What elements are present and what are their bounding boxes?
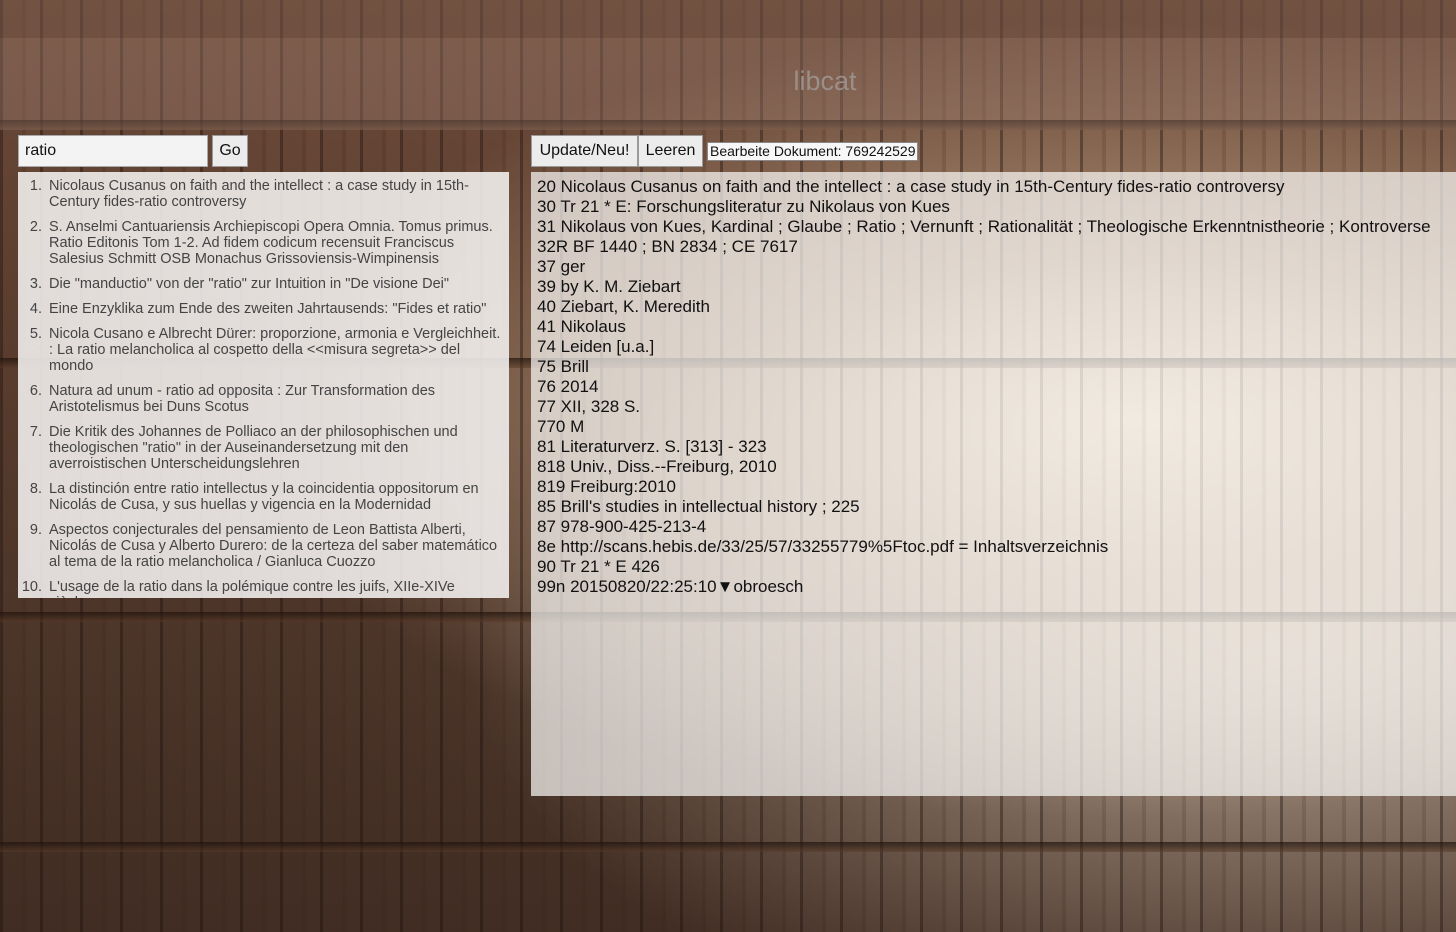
result-item[interactable]: 7. Die Kritik des Johannes de Polliaco an…	[18, 424, 503, 472]
result-number: 8.	[29, 481, 42, 497]
record-lines: 20 Nicolaus Cusanus on faith and the int…	[537, 177, 1456, 597]
result-item[interactable]: 5. Nicola Cusano e Albrecht Dürer: propor…	[18, 326, 503, 374]
results-list: 1. Nicolaus Cusanus on faith and the inte…	[18, 178, 503, 598]
result-number: 1.	[29, 178, 42, 194]
result-title[interactable]: Eine Enzyklika zum Ende des zweiten Jahr…	[49, 301, 503, 317]
record-field-line: 32R BF 1440 ; BN 2834 ; CE 7617	[537, 237, 798, 256]
result-number: 9.	[29, 522, 42, 538]
record-field-line: 99n 20150820/22:25:10▼obroesch	[537, 577, 804, 596]
result-number: 3.	[29, 276, 42, 292]
top-bar	[0, 0, 1456, 38]
result-item[interactable]: 2. S. Anselmi Cantuariensis Archiepiscopi…	[18, 219, 503, 267]
result-item[interactable]: 9. Aspectos conjecturales del pensamiento…	[18, 522, 503, 570]
result-number: 10.	[21, 579, 42, 595]
go-button[interactable]: Go	[212, 135, 248, 167]
result-item[interactable]: 4. Eine Enzyklika zum Ende des zweiten Ja…	[18, 301, 503, 317]
result-number: 6.	[29, 383, 42, 399]
record-field-line: 85 Brill's studies in intellectual histo…	[537, 497, 860, 516]
record-field-line: 76 2014	[537, 377, 599, 396]
record-field-line: 75 Brill	[537, 357, 589, 376]
result-item[interactable]: 10. L'usage de la ratio dans la polémique…	[18, 579, 503, 598]
result-title[interactable]: Natura ad unum - ratio ad opposita : Zur…	[49, 383, 503, 415]
record-field-line: 819 Freiburg:2010	[537, 477, 676, 496]
result-number: 4.	[29, 301, 42, 317]
app-title: libcat	[793, 66, 857, 96]
record-field-line: 41 Nikolaus	[537, 317, 626, 336]
result-title[interactable]: L'usage de la ratio dans la polémique co…	[49, 579, 503, 598]
record-field-line: 8e http://scans.hebis.de/33/25/57/332557…	[537, 537, 1109, 556]
update-button[interactable]: Update/Neu!	[531, 135, 638, 167]
result-item[interactable]: 3. Die "manductio" von der "ratio" zur In…	[18, 276, 503, 292]
record-field-line: 20 Nicolaus Cusanus on faith and the int…	[537, 177, 1285, 196]
result-item[interactable]: 1. Nicolaus Cusanus on faith and the inte…	[18, 178, 503, 210]
background-shelf	[0, 842, 1456, 852]
result-title[interactable]: Die "manductio" von der "ratio" zur Intu…	[49, 276, 503, 292]
record-panel[interactable]: 20 Nicolaus Cusanus on faith and the int…	[531, 172, 1456, 796]
result-number: 5.	[29, 326, 42, 342]
results-panel: 1. Nicolaus Cusanus on faith and the inte…	[18, 172, 509, 598]
record-field-line: 40 Ziebart, K. Meredith	[537, 297, 710, 316]
result-title[interactable]: Nicola Cusano e Albrecht Dürer: proporzi…	[49, 326, 503, 374]
record-field-line: 90 Tr 21 * E 426	[537, 557, 660, 576]
result-item[interactable]: 6. Natura ad unum - ratio ad opposita : Z…	[18, 383, 503, 415]
record-field-line: 818 Univ., Diss.--Freiburg, 2010	[537, 457, 777, 476]
search-input[interactable]	[18, 135, 208, 167]
record-field-line: 74 Leiden [u.a.]	[537, 337, 655, 356]
record-field-line: 81 Literaturverz. S. [313] - 323	[537, 437, 767, 456]
record-field-line: 37 ger	[537, 257, 586, 276]
record-field-line: 77 XII, 328 S.	[537, 397, 641, 416]
result-item[interactable]: 8. La distinción entre ratio intellectus …	[18, 481, 503, 513]
result-title[interactable]: Nicolaus Cusanus on faith and the intell…	[49, 178, 503, 210]
result-title[interactable]: Aspectos conjecturales del pensamiento d…	[49, 522, 503, 570]
result-title[interactable]: Die Kritik des Johannes de Polliaco an d…	[49, 424, 503, 472]
record-field-line: 770 M	[537, 417, 585, 436]
record-field-line: 87 978-900-425-213-4	[537, 517, 707, 536]
record-field-line: 39 by K. M. Ziebart	[537, 277, 681, 296]
clear-button[interactable]: Leeren	[638, 135, 703, 167]
result-number: 7.	[29, 424, 42, 440]
record-field-line: 30 Tr 21 * E: Forschungsliteratur zu Nik…	[537, 197, 950, 216]
document-label: Bearbeite Dokument: 769242529	[707, 142, 919, 161]
result-number: 2.	[29, 219, 42, 235]
result-title[interactable]: S. Anselmi Cantuariensis Archiepiscopi O…	[49, 219, 503, 267]
record-field-line: 31 Nikolaus von Kues, Kardinal ; Glaube …	[537, 217, 1431, 236]
result-title[interactable]: La distinción entre ratio intellectus y …	[49, 481, 503, 513]
